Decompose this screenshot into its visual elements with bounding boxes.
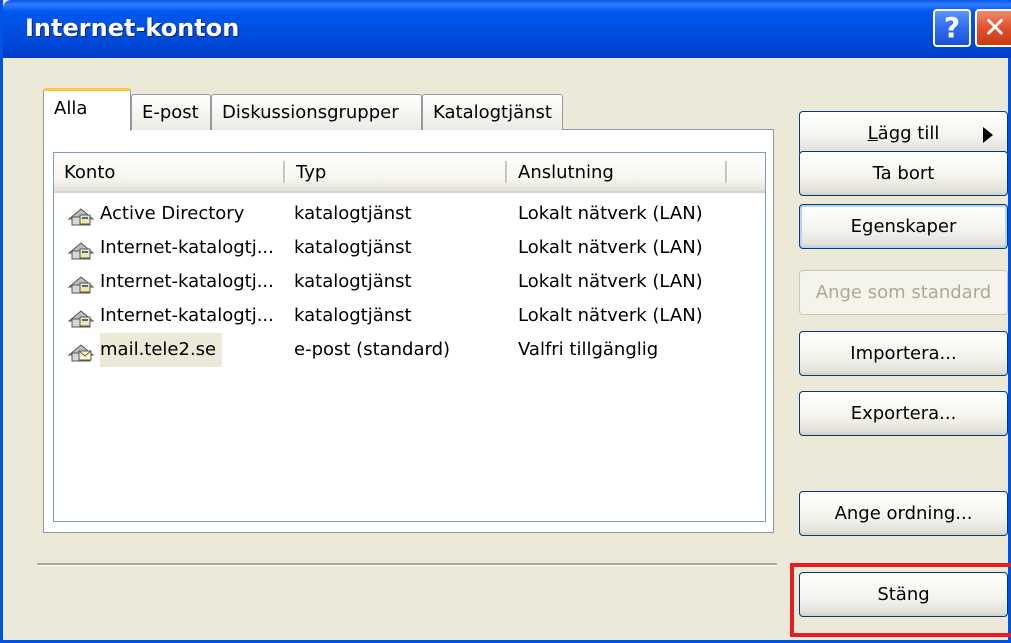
window-title: Internet-konton bbox=[25, 14, 240, 42]
list-row[interactable]: Internet-katalogtj... katalogtjänst Loka… bbox=[54, 299, 765, 333]
list-row[interactable]: mail.tele2.se e-post (standard) Valfri t… bbox=[54, 333, 765, 367]
tab-katalogtjanst[interactable]: Katalogtjänst bbox=[422, 94, 563, 130]
tab-diskussionsgrupper[interactable]: Diskussionsgrupper bbox=[211, 94, 422, 130]
export-button[interactable]: Exportera... bbox=[799, 391, 1008, 436]
account-connection: Valfri tillgänglig bbox=[518, 339, 659, 360]
directory-service-icon bbox=[67, 276, 95, 294]
add-button-label: Lägg till bbox=[867, 123, 940, 144]
properties-button[interactable]: Egenskaper bbox=[799, 204, 1008, 249]
account-type: katalogtjänst bbox=[294, 237, 412, 258]
close-window-button[interactable]: ✕ bbox=[975, 9, 1011, 47]
set-default-button: Ange som standard bbox=[799, 270, 1008, 315]
accounts-list[interactable]: Konto Typ Anslutning Active Directory ka… bbox=[53, 152, 766, 522]
list-row[interactable]: Active Directory katalogtjänst Lokalt nä… bbox=[54, 197, 765, 231]
account-name: Internet-katalogtj... bbox=[100, 305, 274, 326]
close-icon: ✕ bbox=[983, 11, 1007, 44]
column-header-konto[interactable]: Konto bbox=[54, 153, 286, 191]
account-name: Active Directory bbox=[100, 203, 245, 224]
highlight-box bbox=[790, 563, 1011, 637]
tab-alla[interactable]: Alla bbox=[43, 88, 131, 131]
add-button[interactable]: Lägg till bbox=[799, 111, 1008, 156]
title-bar[interactable]: Internet-konton ? ✕ bbox=[3, 0, 1011, 58]
account-type: katalogtjänst bbox=[294, 271, 412, 292]
help-button[interactable]: ? bbox=[933, 9, 971, 47]
directory-service-icon bbox=[67, 310, 95, 328]
account-connection: Lokalt nätverk (LAN) bbox=[518, 271, 703, 292]
internet-accounts-dialog: Internet-konton ? ✕ Alla E-post Diskussi… bbox=[0, 0, 1011, 643]
account-name: Internet-katalogtj... bbox=[100, 237, 274, 258]
directory-service-icon bbox=[67, 242, 95, 260]
remove-button[interactable]: Ta bort bbox=[799, 151, 1008, 196]
separator bbox=[37, 563, 777, 566]
set-order-button[interactable]: Ange ordning... bbox=[799, 491, 1008, 536]
account-connection: Lokalt nätverk (LAN) bbox=[518, 203, 703, 224]
account-type: e-post (standard) bbox=[294, 339, 451, 360]
account-name: Internet-katalogtj... bbox=[100, 271, 274, 292]
mail-account-icon bbox=[67, 344, 95, 362]
column-header-empty bbox=[728, 153, 765, 191]
tab-e-post[interactable]: E-post bbox=[131, 94, 211, 130]
arrow-right-icon bbox=[983, 127, 993, 143]
column-header-typ[interactable]: Typ bbox=[286, 153, 508, 191]
column-header-anslutning[interactable]: Anslutning bbox=[508, 153, 728, 191]
account-type: katalogtjänst bbox=[294, 203, 412, 224]
account-name: mail.tele2.se bbox=[100, 333, 223, 367]
account-connection: Lokalt nätverk (LAN) bbox=[518, 237, 703, 258]
directory-service-icon bbox=[67, 208, 95, 226]
import-button[interactable]: Importera... bbox=[799, 331, 1008, 376]
account-connection: Lokalt nätverk (LAN) bbox=[518, 305, 703, 326]
account-type: katalogtjänst bbox=[294, 305, 412, 326]
list-row[interactable]: Internet-katalogtj... katalogtjänst Loka… bbox=[54, 231, 765, 265]
list-row[interactable]: Internet-katalogtj... katalogtjänst Loka… bbox=[54, 265, 765, 299]
list-header: Konto Typ Anslutning bbox=[54, 153, 765, 193]
